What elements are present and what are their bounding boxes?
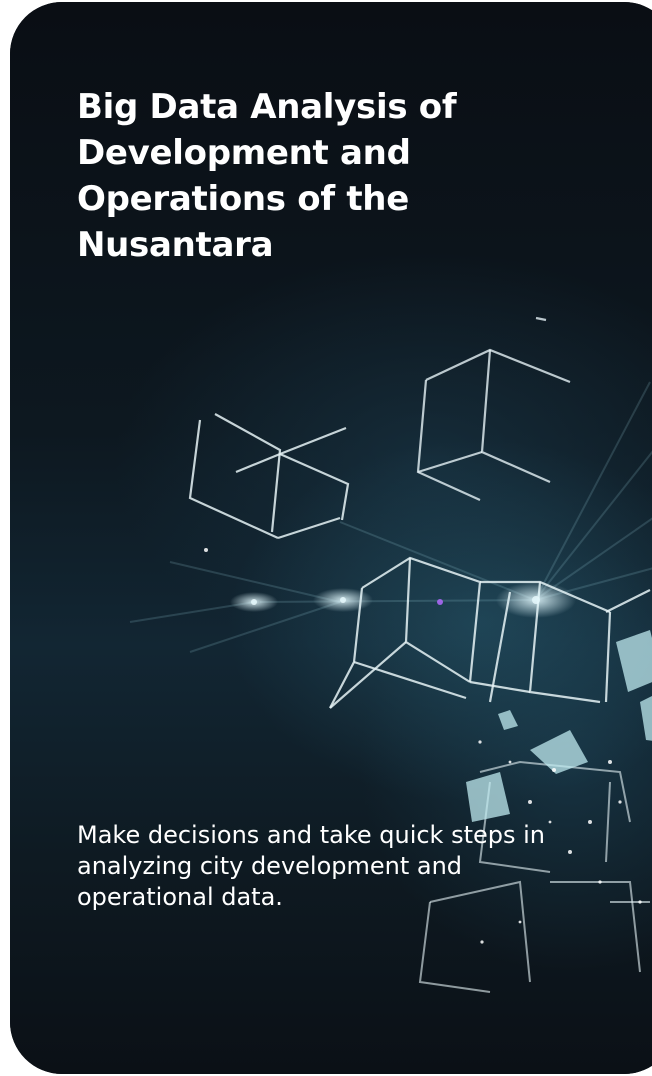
hero-card[interactable]: Big Data Analysis of Development and Ope… <box>10 2 652 1074</box>
card-description: Make decisions and take quick steps in a… <box>77 821 546 911</box>
card-title: Big Data Analysis of Development and Ope… <box>77 87 457 265</box>
